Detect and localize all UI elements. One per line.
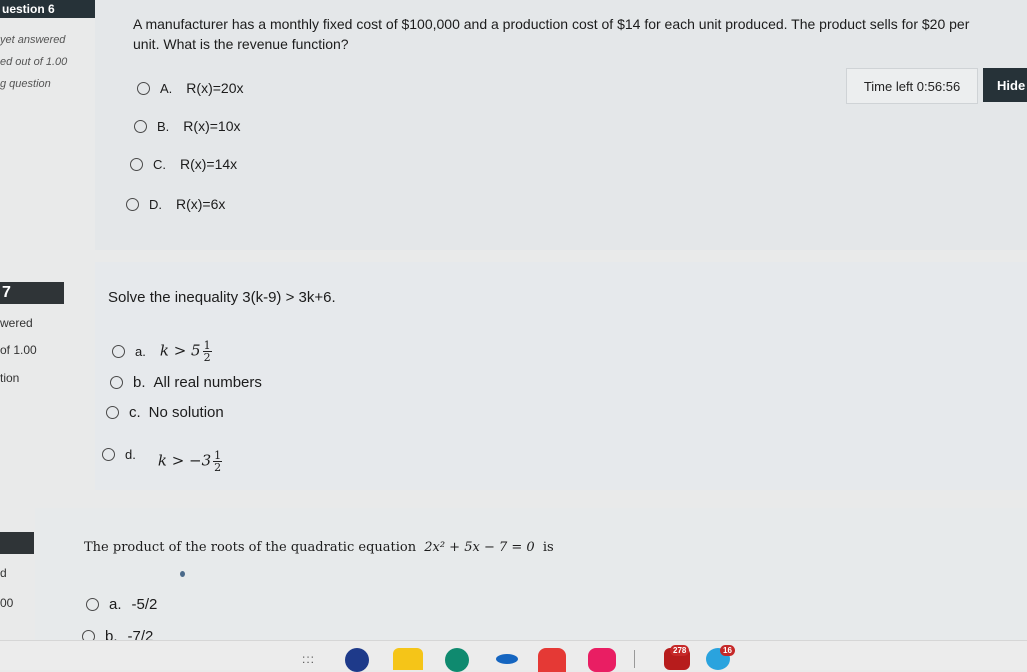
q6-option-a[interactable]: A. R(x)=20x xyxy=(137,80,243,96)
app-icon-blue-oval[interactable] xyxy=(496,654,518,664)
fraction: 12 xyxy=(202,340,212,364)
fraction: 12 xyxy=(213,450,223,474)
option-text: No solution xyxy=(148,404,224,421)
app-icon-yellow-folder[interactable] xyxy=(393,648,423,670)
app-icon-red-person[interactable] xyxy=(538,648,566,672)
option-math-prefix: k > −3 xyxy=(157,451,212,470)
hide-timer-button[interactable]: Hide xyxy=(983,68,1027,102)
question-8-text: The product of the roots of the quadrati… xyxy=(84,538,554,558)
notification-badge: 16 xyxy=(720,645,735,656)
taskbar-divider xyxy=(634,650,635,668)
app-icon-pink-camera[interactable] xyxy=(588,648,616,672)
q7-option-a[interactable]: a. k > 512 xyxy=(112,340,212,363)
option-letter: a. xyxy=(135,344,146,359)
option-text: -5/2 xyxy=(131,596,158,613)
option-text: R(x)=14x xyxy=(180,156,238,172)
radio-button[interactable] xyxy=(137,81,150,95)
radio-button[interactable] xyxy=(126,197,139,211)
radio-button[interactable] xyxy=(110,376,123,389)
option-text: R(x)=20x xyxy=(186,80,244,96)
app-icon-teal[interactable] xyxy=(445,648,469,672)
radio-button[interactable] xyxy=(130,157,143,171)
fraction-denominator: 2 xyxy=(214,461,222,474)
time-left-label: Time left xyxy=(863,78,914,94)
question-8-text-before: The product of the roots of the quadrati… xyxy=(84,540,417,555)
question-8-number xyxy=(0,532,34,554)
option-letter: A. xyxy=(160,80,173,96)
q6-option-d[interactable]: D. R(x)=6x xyxy=(126,196,225,212)
question-7-marks: of 1.00 xyxy=(0,343,37,357)
question-8-text-after: is xyxy=(542,540,554,555)
time-left: Time left 0:56:56 xyxy=(846,68,978,104)
question-7-text: Solve the inequality 3(k-9) > 3k+6. xyxy=(108,289,336,306)
cursor-dot xyxy=(180,571,185,577)
flag-question-7[interactable]: tion xyxy=(0,371,19,385)
option-letter: C. xyxy=(153,156,166,172)
radio-button[interactable] xyxy=(102,448,115,461)
option-letter: D. xyxy=(149,196,162,212)
q7-option-b[interactable]: b. All real numbers xyxy=(110,374,262,391)
q7-option-c[interactable]: c. No solution xyxy=(106,404,224,421)
notification-badge: 278 xyxy=(670,645,690,656)
time-left-value: 0:56:56 xyxy=(916,78,961,94)
option-math: k > 512 xyxy=(160,340,212,363)
question-6-header: uestion 6 xyxy=(0,0,98,18)
option-text: R(x)=10x xyxy=(183,118,241,134)
question-7-status: wered xyxy=(0,316,33,330)
question-6-marks: ed out of 1.00 xyxy=(0,56,68,68)
q6-option-b[interactable]: B. R(x)=10x xyxy=(134,118,240,134)
option-letter: a. xyxy=(109,596,122,613)
option-letter: B. xyxy=(157,118,170,134)
q6-option-c[interactable]: C. R(x)=14x xyxy=(130,156,237,172)
option-text: All real numbers xyxy=(153,374,262,391)
question-6-text-line1: A manufacturer has a monthly fixed cost … xyxy=(133,16,970,32)
radio-button[interactable] xyxy=(134,119,147,133)
option-text: R(x)=6x xyxy=(176,196,226,212)
fraction-denominator: 2 xyxy=(203,351,211,364)
question-6-text-line2: unit. What is the revenue function? xyxy=(133,36,349,52)
option-math: k > −3 1 2 xyxy=(157,450,223,474)
question-6-status: yet answered xyxy=(0,34,66,46)
app-grid-icon[interactable]: ::: xyxy=(302,652,315,666)
question-8-status: d xyxy=(0,566,7,580)
q7-option-d[interactable]: d. k > −3 1 2 xyxy=(102,436,223,474)
option-letter: b. xyxy=(133,374,146,391)
question-7-number: 7 xyxy=(0,282,64,304)
radio-button[interactable] xyxy=(86,598,99,611)
flag-question-6[interactable]: g question xyxy=(0,78,51,90)
q8-option-a[interactable]: a. -5/2 xyxy=(86,596,157,613)
app-icon-blue-circle[interactable] xyxy=(345,648,369,672)
radio-button[interactable] xyxy=(112,345,125,358)
radio-button[interactable] xyxy=(106,406,119,419)
option-letter: c. xyxy=(129,404,141,421)
question-8-marks: 00 xyxy=(0,596,14,610)
quadratic-equation: 2x² + 5x − 7 = 0 xyxy=(424,540,535,555)
option-letter: d. xyxy=(125,447,136,462)
option-math-prefix: k > 5 xyxy=(159,341,201,360)
